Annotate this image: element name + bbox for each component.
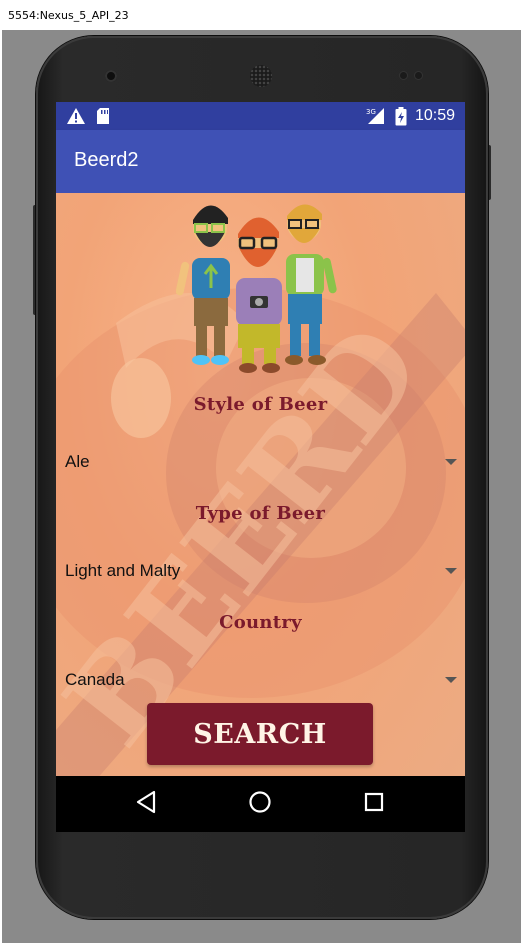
- home-icon[interactable]: [248, 790, 272, 819]
- sd-card-icon: [96, 107, 110, 130]
- country-label: Country: [219, 612, 302, 633]
- network-type-label: 3G: [366, 108, 376, 116]
- recents-icon[interactable]: [363, 790, 385, 819]
- hipster-mascots-illustration: [176, 204, 337, 373]
- country-value: Canada: [65, 670, 125, 689]
- navigation-bar: [56, 776, 465, 832]
- status-time: 10:59: [414, 107, 455, 124]
- mascot-ginger: [236, 217, 282, 373]
- back-icon[interactable]: [135, 790, 157, 819]
- style-of-beer-label: Style of Beer: [193, 394, 328, 415]
- battery-icon: [395, 107, 407, 131]
- type-of-beer-dropdown[interactable]: Light and Malty: [56, 551, 465, 591]
- country-dropdown[interactable]: Canada: [56, 660, 465, 700]
- light-sensor-icon: [415, 72, 422, 79]
- emulator-window-title: 5554:Nexus_5_API_23: [0, 0, 521, 30]
- search-button[interactable]: SEARCH: [147, 703, 373, 765]
- device-screen: 3G 10:59 Beerd2 BEERD Style of Beer Ale …: [56, 102, 465, 832]
- style-of-beer-dropdown[interactable]: Ale: [56, 442, 465, 482]
- mascot-blonde: [285, 204, 337, 365]
- dropdown-arrow-icon: [445, 459, 457, 465]
- dropdown-arrow-icon: [445, 677, 457, 683]
- dropdown-arrow-icon: [445, 568, 457, 574]
- front-camera-icon: [105, 70, 117, 82]
- type-of-beer-value: Light and Malty: [65, 561, 181, 580]
- mascot-dark-hair: [176, 205, 230, 365]
- app-title: Beerd2: [74, 149, 139, 171]
- type-of-beer-label: Type of Beer: [195, 503, 326, 524]
- signal-icon: 3G: [366, 107, 386, 130]
- window-title-text: 5554:Nexus_5_API_23: [8, 8, 129, 22]
- status-bar: 3G 10:59: [56, 102, 465, 130]
- main-content: BEERD Style of Beer Ale Type of Beer Lig…: [56, 193, 465, 776]
- app-bar: Beerd2: [56, 130, 465, 193]
- proximity-sensor-icon: [400, 72, 407, 79]
- warning-icon: [66, 107, 86, 130]
- speaker-grille-icon: [250, 65, 272, 87]
- style-of-beer-value: Ale: [65, 452, 90, 471]
